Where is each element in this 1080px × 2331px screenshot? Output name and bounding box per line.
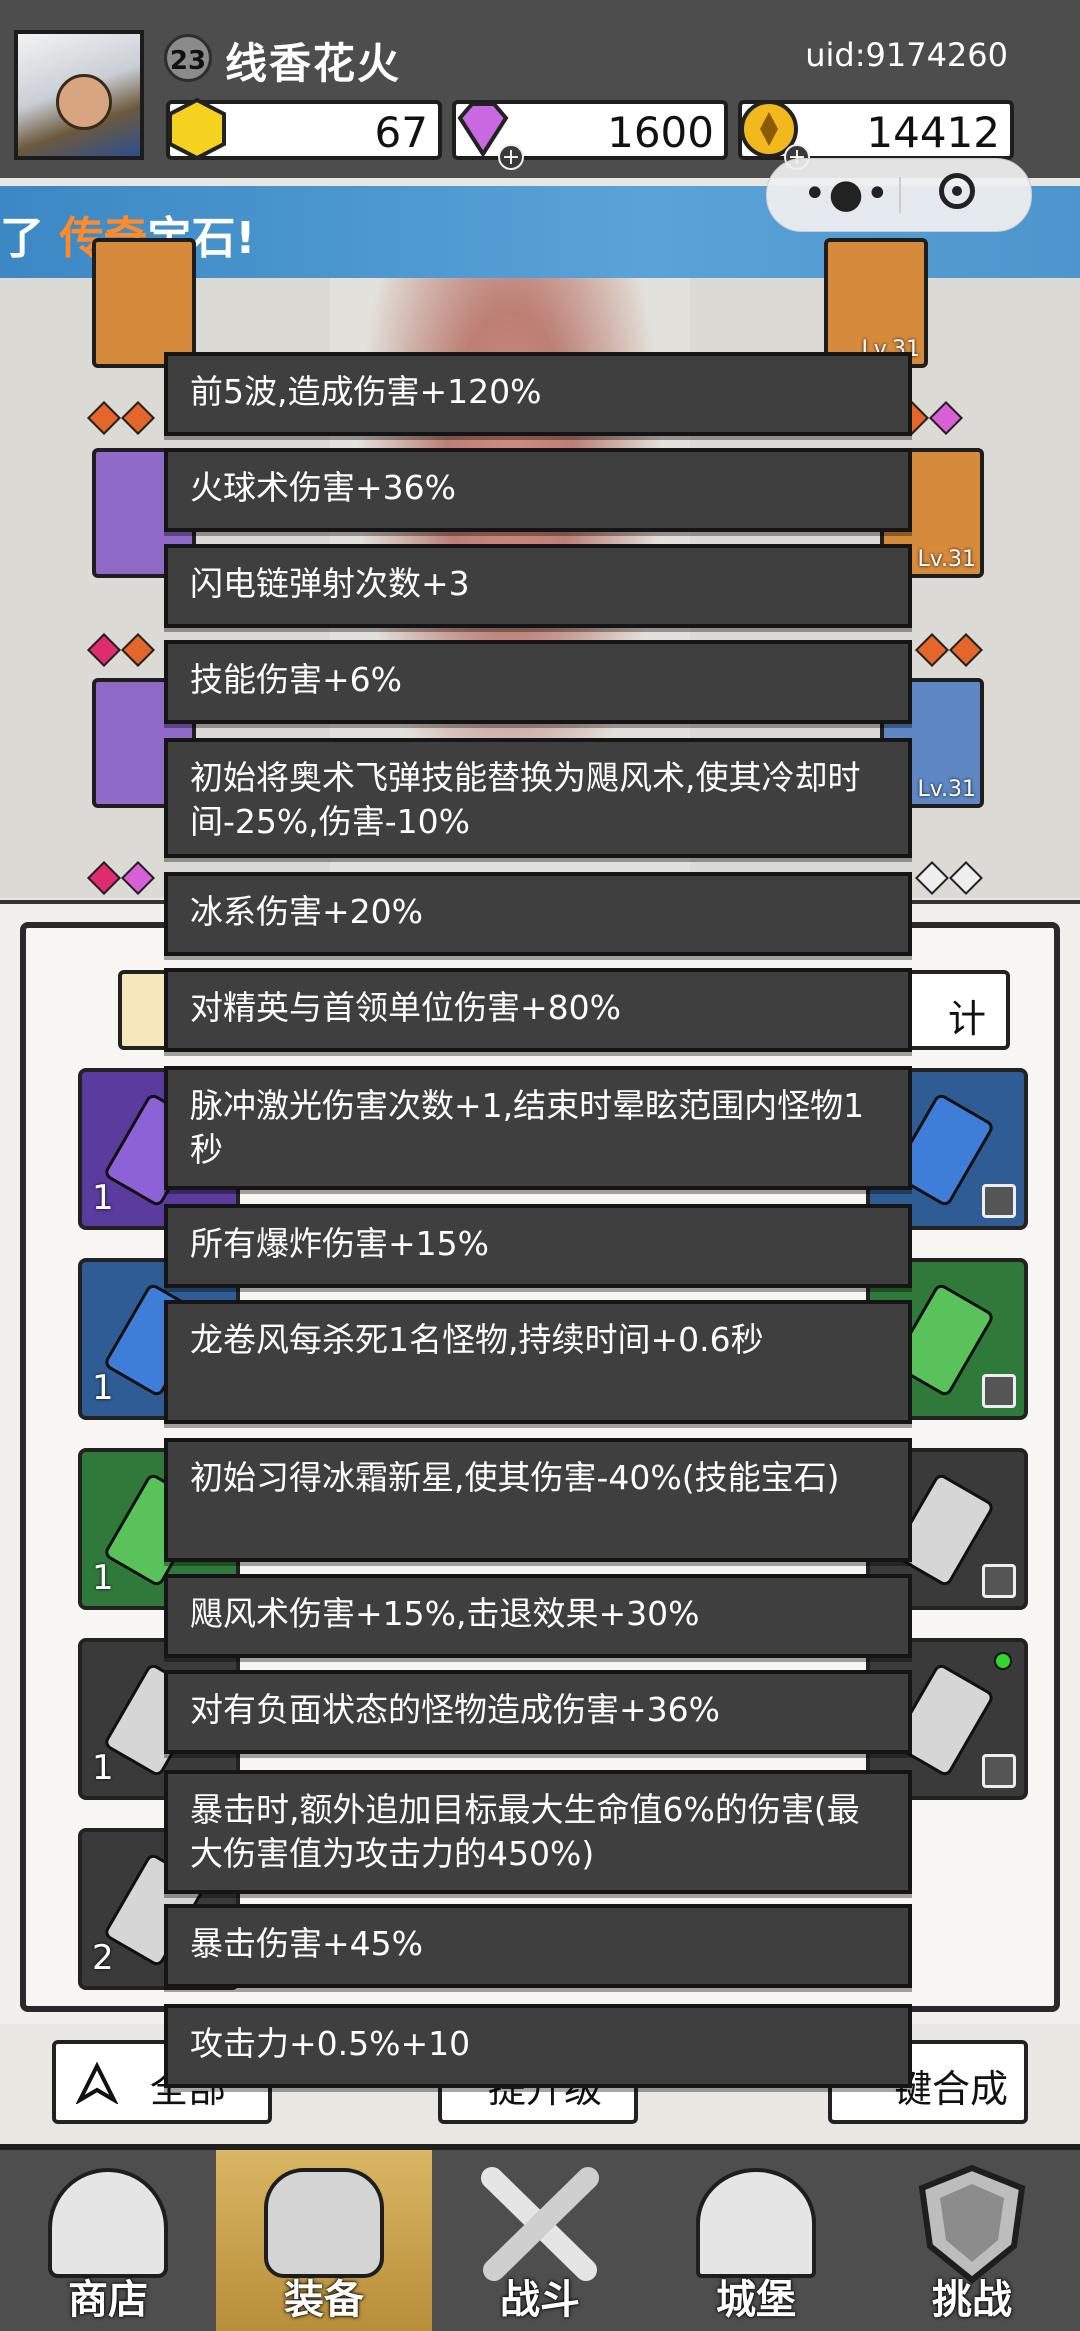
- gem-count: 2: [92, 1938, 114, 1978]
- gem-effect-entry: 初始习得冰霜新星,使其伤害-40%(技能宝石): [164, 1438, 912, 1562]
- gem-effect-text: 冰系伤害+20%: [190, 892, 423, 931]
- gem-effect-entry: 冰系伤害+20%: [164, 872, 912, 956]
- new-indicator-dot: [994, 1652, 1012, 1670]
- add-diamond-icon[interactable]: +: [498, 144, 524, 170]
- gem-effect-entry: 攻击力+0.5%+10: [164, 2004, 912, 2088]
- gem-effect-text: 攻击力+0.5%+10: [190, 2024, 471, 2063]
- gem-effect-text: 对精英与首领单位伤害+80%: [190, 988, 621, 1027]
- gem-effect-entry: 暴击时,额外追加目标最大生命值6%的伤害(最大伤害值为攻击力的450%): [164, 1770, 912, 1894]
- nav-battle-label: 战斗: [500, 2277, 580, 2323]
- gem-effect-text: 技能伤害+6%: [190, 660, 403, 699]
- crossed-swords-icon: [481, 2167, 599, 2281]
- diamond-counter[interactable]: + 1600: [452, 100, 728, 170]
- equip-slot-weapon[interactable]: Lv.31: [824, 238, 928, 368]
- coin-counter[interactable]: + 14412: [738, 100, 1014, 170]
- gem-effect-entry: 飓风术伤害+15%,击退效果+30%: [164, 1574, 912, 1658]
- slot-gem-row: [87, 401, 160, 436]
- equip-slot-helmet[interactable]: [92, 238, 196, 368]
- helmet-type-icon: [982, 1184, 1016, 1218]
- gem-effect-text: 初始习得冰霜新星,使其伤害-40%(技能宝石): [190, 1458, 840, 1497]
- gem-effect-entry: 闪电链弹射次数+3: [164, 544, 912, 628]
- capsule-divider: [899, 177, 901, 213]
- shop-tent-icon: [48, 2168, 168, 2278]
- nav-castle[interactable]: 城堡: [648, 2150, 864, 2331]
- gem-count: 1: [92, 1748, 114, 1788]
- banner-prefix: 了: [0, 213, 44, 264]
- gold-hexagon-icon: [168, 97, 226, 161]
- gem-effect-text: 初始将奥术飞弹技能替换为飓风术,使其冷却时间-25%,伤害-10%: [190, 758, 861, 841]
- weapon-type-icon: [982, 1754, 1016, 1788]
- gem-count: 1: [92, 1558, 114, 1598]
- bottom-navigation: 商店 装备 战斗 城堡 挑战: [0, 2144, 1080, 2331]
- nav-castle-label: 城堡: [716, 2277, 796, 2323]
- gem-effect-entry: 龙卷风每杀死1名怪物,持续时间+0.6秒: [164, 1300, 912, 1424]
- gem-effect-entry: 暴击伤害+45%: [164, 1904, 912, 1988]
- gem-count: 1: [92, 1178, 114, 1218]
- gold-gem-counter[interactable]: 67: [166, 97, 442, 161]
- gem-effect-entry: 对精英与首领单位伤害+80%: [164, 968, 912, 1052]
- gem-effect-text: 所有爆炸伤害+15%: [190, 1224, 489, 1263]
- top-header: 23 线香花火 uid:9174260 67 + 1600 + 14412: [0, 0, 1080, 178]
- gem-effect-text: 脉冲激光伤害次数+1,结束时晕眩范围内怪物1秒: [190, 1086, 865, 1169]
- boots-type-icon: [982, 1374, 1016, 1408]
- nav-shop[interactable]: 商店: [0, 2150, 216, 2331]
- backpack-icon: [264, 2168, 384, 2278]
- player-name: 线香花火: [225, 39, 402, 88]
- nav-shop-label: 商店: [68, 2277, 148, 2323]
- player-uid: uid:9174260: [805, 36, 1008, 74]
- gold-gem-value: 67: [374, 108, 428, 157]
- slot-gem-row: [87, 861, 160, 896]
- mini-program-capsule: •●•: [766, 158, 1032, 232]
- more-dots-icon[interactable]: •●•: [803, 171, 891, 217]
- gem-effect-entry: 对有负面状态的怪物造成伤害+36%: [164, 1670, 912, 1754]
- coin-value: 14412: [866, 108, 1000, 157]
- gem-effect-entry: 前5波,造成伤害+120%: [164, 352, 912, 436]
- nav-challenge-label: 挑战: [932, 2277, 1012, 2323]
- nav-battle[interactable]: 战斗: [432, 2150, 648, 2331]
- gem-effect-text: 对有负面状态的怪物造成伤害+36%: [190, 1690, 720, 1729]
- avatar-face: [56, 74, 112, 130]
- gem-effect-entry: 火球术伤害+36%: [164, 448, 912, 532]
- gem-effect-text: 闪电链弹射次数+3: [190, 564, 470, 603]
- player-level-badge: 23: [164, 34, 212, 82]
- gem-count: 1: [92, 1368, 114, 1408]
- slot-gem-row: [87, 633, 160, 668]
- slot-level: Lv.31: [917, 777, 976, 802]
- castle-icon: [696, 2168, 816, 2278]
- gem-effect-entry: 脉冲激光伤害次数+1,结束时晕眩范围内怪物1秒: [164, 1066, 912, 1190]
- gem-effect-entry: 技能伤害+6%: [164, 640, 912, 724]
- gem-effect-text: 暴击伤害+45%: [190, 1924, 423, 1963]
- ring-type-icon: [982, 1564, 1016, 1598]
- gem-effect-text: 龙卷风每杀死1名怪物,持续时间+0.6秒: [190, 1320, 764, 1359]
- gem-effect-entry: 初始将奥术飞弹技能替换为飓风术,使其冷却时间-25%,伤害-10%: [164, 738, 912, 858]
- triangle-up-icon: [76, 2062, 118, 2104]
- stats-tab-label: 计: [947, 997, 986, 1041]
- player-avatar[interactable]: [14, 30, 144, 160]
- nav-equipment-label: 装备: [284, 2277, 364, 2323]
- target-circle-icon[interactable]: [939, 173, 975, 209]
- nav-challenge[interactable]: 挑战: [864, 2150, 1080, 2331]
- nav-equipment[interactable]: 装备: [216, 2150, 432, 2331]
- gem-effect-text: 暴击时,额外追加目标最大生命值6%的伤害(最大伤害值为攻击力的450%): [190, 1790, 860, 1873]
- slot-level: Lv.31: [917, 547, 976, 572]
- diamond-value: 1600: [607, 108, 714, 157]
- gem-effect-entry: 所有爆炸伤害+15%: [164, 1204, 912, 1288]
- slot-gem-row: [915, 633, 988, 668]
- gem-effect-text: 前5波,造成伤害+120%: [190, 372, 542, 411]
- gem-effect-text: 飓风术伤害+15%,击退效果+30%: [190, 1594, 700, 1633]
- slot-gem-row: [915, 861, 988, 896]
- gem-effect-text: 火球术伤害+36%: [190, 468, 456, 507]
